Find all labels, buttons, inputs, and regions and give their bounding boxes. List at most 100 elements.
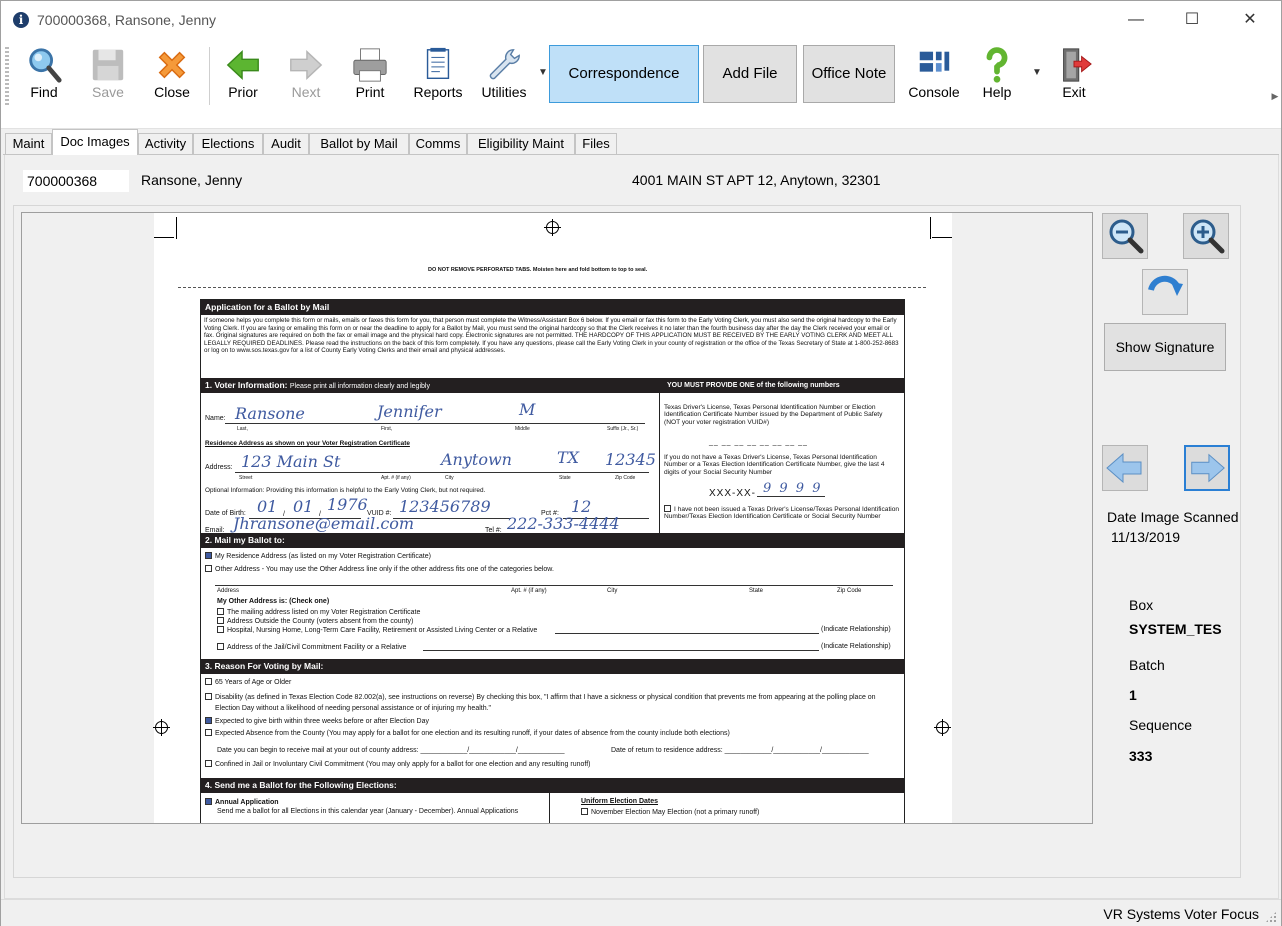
name-sub-last: Last, [237,426,248,432]
tab-files[interactable]: Files [575,133,617,154]
other-option-4-text: Address of the Jail/Civil Commitment Fac… [227,644,407,651]
voter-name: Ransone, Jenny [141,172,243,188]
no-id-option[interactable]: I have not been issued a Texas Driver's … [664,505,900,521]
tel-value: 222-333-4444 [507,514,620,533]
other-option-3-text: Hospital, Nursing Home, Long-Term Care F… [227,627,538,634]
print-button[interactable]: Print [347,39,393,105]
other-option-3[interactable]: Hospital, Nursing Home, Long-Term Care F… [217,626,537,634]
maximize-button[interactable]: ☐ [1169,7,1215,33]
close-window-button[interactable]: ✕ [1227,7,1273,33]
other-sub-apt: Apt. # (if any) [511,588,547,594]
tab-eligibility-maint[interactable]: Eligibility Maint [467,133,575,154]
console-button[interactable]: Console [905,39,963,105]
rotate-button[interactable] [1142,269,1188,315]
other-option-2[interactable]: Address Outside the County (voters absen… [217,617,413,625]
section-divider [549,793,550,823]
wrench-icon [489,49,520,80]
toolbar-overflow-icon[interactable]: ▶ [1269,91,1281,115]
other-option-checkbox [217,617,224,624]
help-dropdown-icon[interactable]: ▼ [1032,67,1042,78]
sequence-label: Sequence [1129,717,1193,733]
other-option-1[interactable]: The mailing address listed on my Voter R… [217,608,420,616]
other-option-checkbox [217,626,224,633]
prior-button[interactable]: Prior [219,39,267,105]
indicate-relationship-2: (Indicate Relationship) [821,643,891,650]
section-1-title: 1. Voter Information: [205,380,288,390]
prev-image-button[interactable] [1102,445,1148,491]
arrow-right-icon [1191,453,1225,483]
addr-sub-city: City [445,475,454,481]
crop-mark [930,217,931,239]
no-id-checkbox [664,505,671,512]
resize-grip-icon[interactable] [1265,911,1277,923]
document-viewer[interactable]: DO NOT REMOVE PERFORATED TABS. Moisten h… [21,212,1093,824]
reason-disability[interactable]: Disability (as defined in Texas Election… [205,692,895,714]
mail-option-residence[interactable]: My Residence Address (as listed on my Vo… [205,552,431,560]
mail-option-residence-text: My Residence Address (as listed on my Vo… [215,553,431,560]
tab-activity[interactable]: Activity [138,133,193,154]
section-3-header: 3. Reason For Voting by Mail: [201,659,904,674]
add-file-button[interactable]: Add File [703,45,797,103]
toolbar-grip[interactable] [5,47,9,107]
save-button[interactable]: Save [83,39,133,105]
uniform-election-options[interactable]: November Election May Election (not a pr… [581,808,759,816]
residence-label: Residence Address as shown on your Voter… [205,440,410,447]
optional-info: Optional Information: Providing this inf… [205,487,486,494]
tab-ballot-by-mail[interactable]: Ballot by Mail [309,133,409,154]
rotate-clockwise-icon [1148,275,1183,296]
save-label: Save [92,84,124,100]
console-label: Console [908,84,960,100]
reason-absence[interactable]: Expected Absence from the County (You ma… [205,729,730,737]
help-button[interactable]: Help [975,39,1019,105]
section-3-body: 65 Years of Age or Older Disability (as … [201,674,904,778]
reason-age[interactable]: 65 Years of Age or Older [205,678,291,686]
zoom-in-icon [1190,219,1225,254]
reports-button[interactable]: Reports [411,39,465,105]
tab-doc-images[interactable]: Doc Images [52,129,138,155]
office-note-button[interactable]: Office Note [803,45,895,103]
minimize-button[interactable]: — [1113,7,1159,33]
close-button[interactable]: Close [147,39,197,105]
tab-elections[interactable]: Elections [193,133,263,154]
next-button[interactable]: Next [283,39,329,105]
scanned-document[interactable]: DO NOT REMOVE PERFORATED TABS. Moisten h… [154,213,952,823]
exit-door-icon [1063,48,1092,82]
find-button[interactable]: Find [17,39,71,105]
utilities-dropdown-icon[interactable]: ▼ [538,67,548,78]
name-last-value: Ransone [235,404,305,423]
correspondence-button[interactable]: Correspondence [549,45,699,103]
reason-confined[interactable]: Confined in Jail or Involuntary Civil Co… [205,760,590,768]
exit-button[interactable]: Exit [1049,39,1099,105]
other-option-checkbox [217,608,224,615]
section-4-header: 4. Send me a Ballot for the Following El… [201,778,904,793]
date-scanned-label: Date Image Scanned [1107,509,1239,525]
utilities-button[interactable]: Utilities [475,39,533,105]
voter-id-field[interactable]: 700000368 [23,170,129,192]
help-question-icon [986,47,1008,83]
magnifier-icon [29,48,62,83]
other-address-title: My Other Address is: (Check one) [217,598,330,605]
toolbar: Find Save Close Prior Next Print Reports… [1,39,1281,129]
close-label: Close [154,84,190,100]
other-option-4[interactable]: Address of the Jail/Civil Commitment Fac… [217,643,406,651]
zoom-out-button[interactable] [1102,213,1148,259]
show-signature-button[interactable]: Show Signature [1104,323,1226,371]
mail-option-other[interactable]: Other Address - You may use the Other Ad… [205,565,554,573]
tab-audit[interactable]: Audit [263,133,309,154]
reason-absence-text: Expected Absence from the County (You ma… [215,730,730,737]
no-id-text: I have not been issued a Texas Driver's … [664,506,900,521]
annual-application[interactable]: Annual Application [205,798,279,806]
other-sub-state: State [749,588,764,594]
reason-confined-text: Confined in Jail or Involuntary Civil Co… [215,761,591,768]
zoom-in-button[interactable] [1183,213,1229,259]
reason-birth[interactable]: Expected to give birth within three week… [205,717,429,725]
section-4-body: Annual Application Send me a ballot for … [201,793,904,823]
console-grid-icon [919,51,950,72]
tab-comms[interactable]: Comms [409,133,467,154]
annual-application-text: Annual Application [215,799,279,806]
registration-mark-icon [934,719,951,736]
next-image-button[interactable] [1184,445,1230,491]
other-option-2-text: Address Outside the County (voters absen… [227,618,414,625]
tab-maint[interactable]: Maint [5,133,52,154]
utilities-label: Utilities [481,84,527,100]
